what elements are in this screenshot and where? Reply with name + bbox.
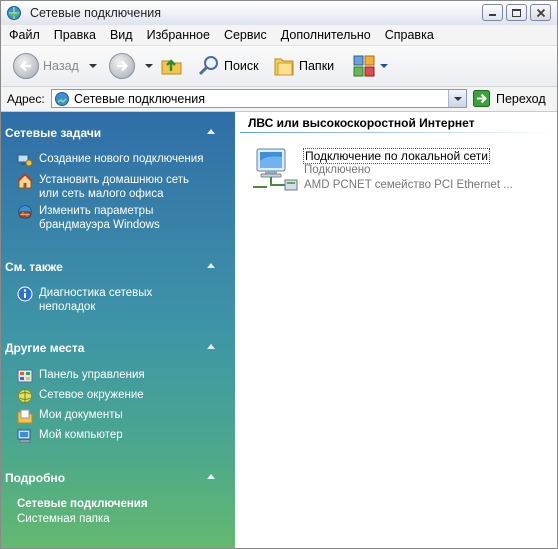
address-bar: Адрес: Сетевые подключения Переход [1,87,557,112]
search-label: Поиск [224,59,259,73]
views-icon [353,55,375,77]
back-arrow-icon [13,53,39,79]
chevron-down-icon [453,96,462,101]
task-firewall-settings[interactable]: Изменить параметры брандмауэра Windows [17,204,160,232]
search-button[interactable]: Поиск [198,55,259,77]
control-panel-icon [17,369,33,383]
details-title: Подробно [5,471,66,485]
task-home-network[interactable]: Установить домашнюю сеть или сеть малого… [17,173,189,201]
back-button[interactable]: Назад [13,53,97,79]
forward-button[interactable] [109,53,153,79]
collapse-icon[interactable] [207,344,215,349]
network-tasks-header[interactable]: Сетевые задачи [1,123,235,143]
network-connections-icon [7,6,21,20]
search-icon [198,56,218,76]
place-my-computer[interactable]: Мой компьютер [17,428,123,444]
views-button[interactable] [353,55,388,77]
network-places-icon [18,389,32,403]
title-bar[interactable]: Сетевые подключения [1,1,557,26]
connection-item[interactable]: Подключение по локальной сети Подключено… [251,147,526,195]
go-arrow-icon [473,90,490,107]
network-connections-icon [55,91,69,106]
other-places-title: Другие места [5,341,85,355]
connection-status: Подключено [304,164,371,176]
menu-help[interactable]: Справка [378,25,441,45]
task-label: Панель управления [39,369,145,381]
task-create-connection[interactable]: Создание нового подключения [17,152,203,168]
collapse-icon[interactable] [207,263,215,268]
connection-device: AMD PCNET семейство PCI Ethernet ... [304,179,513,191]
maximize-button[interactable] [506,4,527,21]
network-tasks-section: Сетевые задачи [1,123,235,143]
minimize-button[interactable] [482,4,503,21]
details-name: Сетевые подключения [17,498,148,510]
up-folder-icon [161,59,182,75]
see-also-section: См. также [1,257,235,277]
explorer-window: Сетевые подключения Файл Правка Вид Избр… [0,0,558,549]
details-type: Системная папка [17,513,110,525]
menu-bar: Файл Правка Вид Избранное Сервис Дополни… [1,25,557,46]
menu-view[interactable]: Вид [103,25,140,45]
folders-button[interactable]: Папки [273,55,334,77]
details-section: Подробно [1,468,235,488]
my-computer-icon [17,429,31,443]
task-label: Диагностика сетевых неполадок [39,287,153,313]
task-pane: Сетевые задачи Создание нового подключен… [1,112,235,548]
task-network-diagnostics[interactable]: Диагностика сетевых неполадок [17,286,152,314]
forward-dropdown-icon[interactable] [145,64,153,68]
connection-name[interactable]: Подключение по локальной сети [303,148,490,164]
go-button[interactable]: Переход [473,90,546,107]
my-documents-icon [17,409,33,424]
see-also-title: См. также [5,260,63,274]
address-label: Адрес: [7,92,45,106]
toolbar: Назад Поиск Папки [1,46,557,87]
menu-favorites[interactable]: Избранное [140,25,217,45]
group-divider [240,132,557,133]
task-label: Сетевое окружение [39,389,144,401]
lan-connection-icon [253,148,298,191]
other-places-section: Другие места [1,338,235,358]
task-label: Мой компьютер [39,429,123,441]
task-label: Создание нового подключения [39,153,204,165]
go-label: Переход [496,91,546,106]
address-value: Сетевые подключения [74,91,206,106]
views-dropdown-icon [380,64,388,68]
address-dropdown-button[interactable] [448,90,466,107]
address-input[interactable]: Сетевые подключения [51,89,467,108]
content-pane: ЛВС или высокоскоростной Интернет Подклю… [235,112,557,548]
minimize-icon [489,14,496,16]
group-header: ЛВС или высокоскоростной Интернет [248,116,475,130]
back-label: Назад [43,59,79,73]
see-also-header[interactable]: См. также [1,257,235,277]
other-places-header[interactable]: Другие места [1,338,235,358]
task-label: Установить домашнюю сеть или сеть малого… [39,174,190,200]
window-title: Сетевые подключения [30,6,162,20]
menu-tools[interactable]: Сервис [217,25,274,45]
menu-file[interactable]: Файл [1,25,47,45]
back-dropdown-icon[interactable] [88,64,97,68]
new-connection-icon [17,154,33,167]
home-network-icon [17,173,33,189]
task-label: Мои документы [39,409,123,421]
forward-arrow-icon [109,53,135,79]
collapse-icon[interactable] [207,474,215,479]
menu-edit[interactable]: Правка [47,25,103,45]
maximize-icon [512,8,521,17]
firewall-icon [18,205,32,219]
menu-advanced[interactable]: Дополнительно [274,25,378,45]
up-folder-button[interactable] [161,55,183,75]
close-button[interactable] [530,4,551,21]
place-my-documents[interactable]: Мои документы [17,408,123,424]
place-control-panel[interactable]: Панель управления [17,368,145,384]
folders-label: Папки [299,59,335,73]
network-tasks-title: Сетевые задачи [5,126,102,140]
folders-icon [274,58,294,76]
close-icon [536,8,545,17]
place-network-neighborhood[interactable]: Сетевое окружение [17,388,144,404]
task-label: Изменить параметры брандмауэра Windows [39,205,160,231]
collapse-icon[interactable] [207,129,215,134]
details-header[interactable]: Подробно [1,468,235,488]
info-icon [17,286,33,302]
